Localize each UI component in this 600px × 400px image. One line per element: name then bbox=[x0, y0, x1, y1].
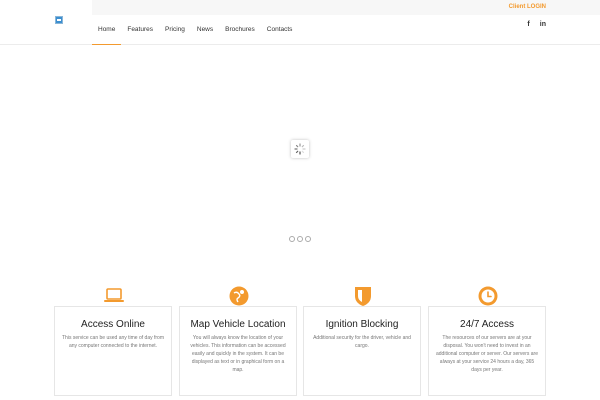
slider-dots bbox=[289, 236, 311, 242]
nav-item-contacts[interactable]: Contacts bbox=[261, 15, 299, 45]
feature-card-map-vehicle-location: Map Vehicle Location You will always kno… bbox=[179, 286, 297, 396]
feature-card-ignition-blocking: Ignition Blocking Additional security fo… bbox=[303, 287, 421, 396]
facebook-icon[interactable]: f bbox=[527, 21, 529, 28]
slider-dot[interactable] bbox=[305, 236, 311, 242]
laptop-icon bbox=[104, 288, 124, 302]
linkedin-icon[interactable]: in bbox=[540, 21, 546, 28]
feature-card-24-7-access: 24/7 Access The resources of our servers… bbox=[428, 286, 546, 396]
feature-title: Ignition Blocking bbox=[325, 319, 399, 330]
feature-text: Additional security for the driver, vehi… bbox=[313, 335, 411, 349]
feature-card-access-online: Access Online This service can be used a… bbox=[54, 288, 172, 396]
feature-title: Map Vehicle Location bbox=[190, 319, 286, 330]
client-login-link[interactable]: Client LOGIN bbox=[509, 4, 546, 10]
nav-item-news[interactable]: News bbox=[191, 15, 219, 45]
globe-pin-icon bbox=[229, 286, 249, 306]
feature-text: This service can be used any time of day… bbox=[62, 335, 164, 349]
feature-text: The resources of our servers are at your… bbox=[436, 335, 538, 373]
nav-item-pricing[interactable]: Pricing bbox=[159, 15, 191, 45]
feature-text: You will always know the location of you… bbox=[190, 335, 286, 373]
main-nav: Home Features Pricing News Brochures Con… bbox=[92, 15, 298, 45]
social-links: f in bbox=[527, 21, 546, 28]
nav-item-features[interactable]: Features bbox=[121, 15, 159, 45]
feature-title: Access Online bbox=[81, 319, 145, 330]
nav-item-brochures[interactable]: Brochures bbox=[219, 15, 261, 45]
clock-icon bbox=[478, 286, 498, 306]
shield-icon bbox=[355, 287, 371, 306]
features-section: Access Online This service can be used a… bbox=[54, 284, 546, 400]
navbar: Home Features Pricing News Brochures Con… bbox=[0, 15, 600, 45]
spinner-icon bbox=[294, 143, 306, 155]
slider-dot[interactable] bbox=[289, 236, 295, 242]
feature-title: 24/7 Access bbox=[460, 319, 514, 330]
loading-spinner bbox=[291, 140, 309, 158]
nav-item-home[interactable]: Home bbox=[92, 15, 122, 45]
slider-dot[interactable] bbox=[297, 236, 303, 242]
